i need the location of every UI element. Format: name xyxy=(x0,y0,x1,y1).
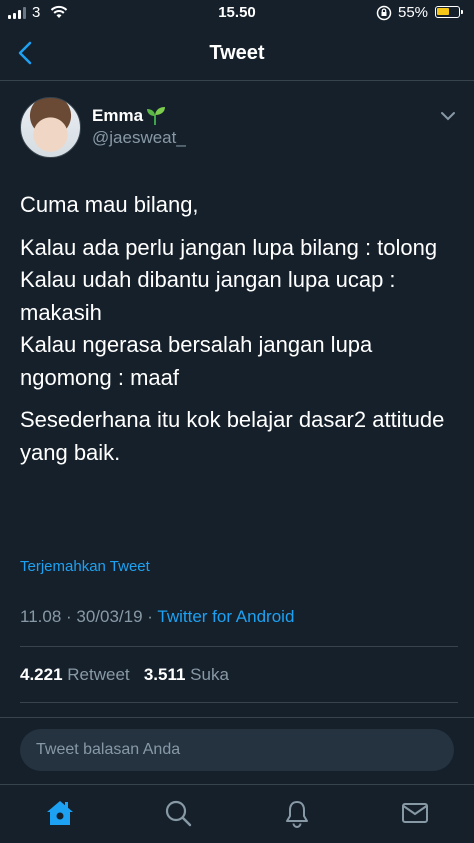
retweet-stat[interactable]: 4.221 Retweet xyxy=(20,665,130,684)
chevron-down-icon[interactable] xyxy=(440,111,456,121)
battery-percentage: 55% xyxy=(398,4,429,21)
like-count: 3.511 xyxy=(143,665,186,684)
tweet-paragraph: Cuma mau bilang, xyxy=(20,192,199,217)
messages-icon[interactable] xyxy=(400,798,430,828)
notifications-icon[interactable] xyxy=(282,798,312,828)
tweet-time: 11.08 xyxy=(20,607,62,626)
tweet-date: 30/03/19 xyxy=(76,607,143,626)
divider xyxy=(20,702,458,703)
retweet-count: 4.221 xyxy=(20,665,63,684)
search-icon[interactable] xyxy=(163,798,193,828)
like-label: Suka xyxy=(190,665,229,684)
avatar[interactable] xyxy=(20,97,81,158)
tweet-metadata: 11.08 · 30/03/19 · Twitter for Android xyxy=(20,607,295,626)
divider xyxy=(20,646,458,647)
like-stat[interactable]: 3.511 Suka xyxy=(144,665,229,684)
author-name[interactable]: Emma xyxy=(92,106,143,126)
tweet-stats: 4.221 Retweet 3.511 Suka xyxy=(20,665,229,685)
status-bar: 3 15.50 55% xyxy=(0,0,474,26)
tab-bar xyxy=(0,784,474,843)
home-icon[interactable] xyxy=(45,798,75,828)
tweet-paragraph: Sesederhana itu kok belajar dasar2 attit… xyxy=(20,407,445,465)
tweet-text: Cuma mau bilang, Kalau ada perlu jangan … xyxy=(20,189,460,479)
translate-tweet-link[interactable]: Terjemahkan Tweet xyxy=(20,558,150,575)
retweet-label: Retweet xyxy=(67,665,130,684)
seedling-icon xyxy=(147,107,165,125)
page-title: Tweet xyxy=(209,42,265,64)
author-handle[interactable]: @jaesweat_ xyxy=(92,128,186,148)
battery-icon xyxy=(435,6,463,18)
navigation-bar: Tweet xyxy=(0,26,474,81)
reply-divider xyxy=(0,717,474,718)
tweet-paragraph: Kalau ada perlu jangan lupa bilang : tol… xyxy=(20,234,438,390)
tweet-source-link[interactable]: Twitter for Android xyxy=(157,607,294,626)
reply-input[interactable]: Tweet balasan Anda xyxy=(20,729,454,771)
orientation-lock-icon xyxy=(376,5,392,21)
